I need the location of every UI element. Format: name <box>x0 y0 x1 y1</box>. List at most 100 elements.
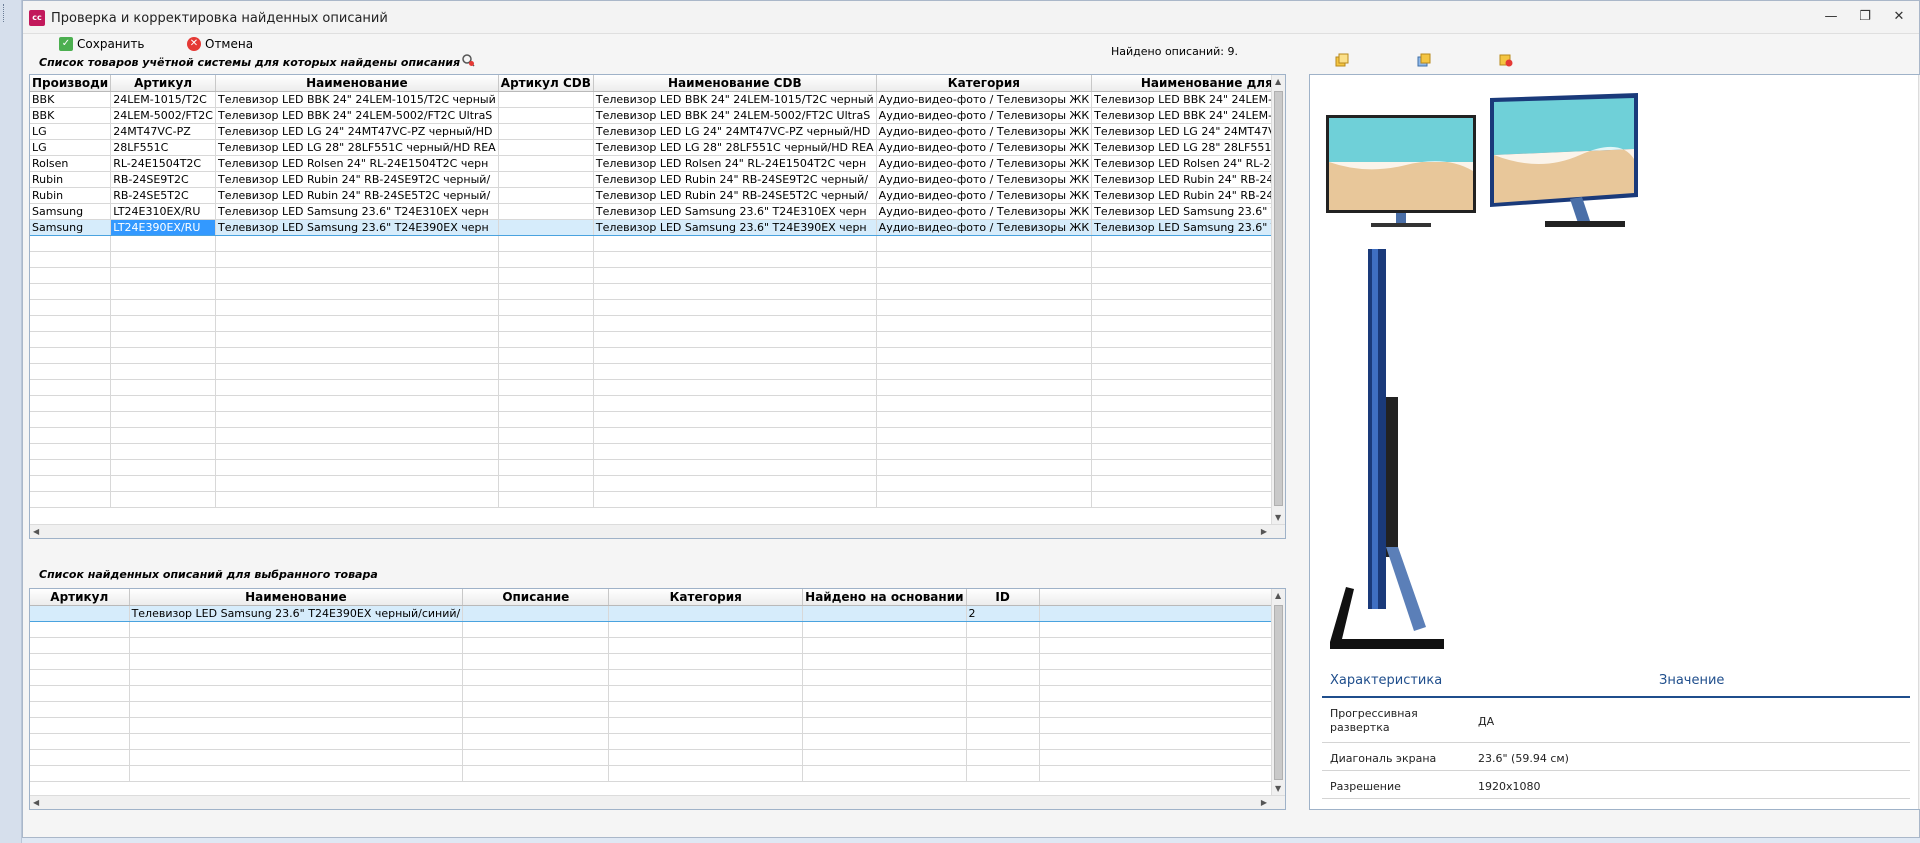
table-row[interactable]: BBK 24LEM-1015/T2C Телевизор LED BBK 24" 2… <box>30 91 1285 108</box>
cell-article[interactable]: 28LF551C <box>110 139 216 156</box>
product-image-side-view[interactable] <box>1326 247 1446 657</box>
cell-search-name[interactable]: Телевизор LED Rubin 24" RB-24SE5T2C черн… <box>1091 187 1285 204</box>
cell-category[interactable]: Аудио-видео-фото / Телевизоры ЖК <box>876 155 1093 172</box>
minimize-button[interactable]: — <box>1817 7 1845 27</box>
table-row[interactable]: Rubin RB-24SE5T2C Телевизор LED Rubin 24" … <box>30 187 1285 204</box>
column-header-article[interactable]: Артикул <box>110 75 216 92</box>
cell-category[interactable] <box>608 604 804 622</box>
descriptions-vertical-scrollbar[interactable]: ▲ ▼ <box>1271 589 1285 795</box>
scroll-down-icon[interactable]: ▼ <box>1275 784 1281 793</box>
paste-image-icon[interactable] <box>1417 53 1431 67</box>
close-button[interactable]: ✕ <box>1885 7 1913 27</box>
cell-name[interactable]: Телевизор LED Samsung 23.6" T24E390EX че… <box>215 218 499 236</box>
table-row[interactable]: LG 28LF551C Телевизор LED LG 28" 28LF551C … <box>30 139 1285 156</box>
descriptions-horizontal-scrollbar[interactable]: ◀ ▶ <box>30 795 1285 809</box>
cell-manufacturer[interactable]: Samsung <box>30 203 112 220</box>
scrollbar-thumb[interactable] <box>1274 605 1283 780</box>
column-header-article-cdb[interactable]: Артикул CDB <box>498 75 594 92</box>
cell-name-cdb[interactable]: Телевизор LED LG 24" 24MT47VC-PZ черный/… <box>593 123 877 140</box>
cell-name[interactable]: Телевизор LED Samsung 23.6" T24E390EX че… <box>129 604 464 622</box>
scroll-left-icon[interactable]: ◀ <box>33 798 39 807</box>
cell-article-cdb[interactable] <box>498 155 594 172</box>
delete-image-icon[interactable] <box>1499 53 1513 67</box>
product-image-thumbnail[interactable] <box>1490 93 1640 233</box>
cell-search-name[interactable]: Телевизор LED BBK 24" 24LEM-5002/FT2C Ul… <box>1091 107 1285 124</box>
dock-grip[interactable] <box>3 4 6 22</box>
product-image-thumbnail[interactable] <box>1326 115 1476 230</box>
cell-name[interactable]: Телевизор LED Samsung 23.6" T24E310EX че… <box>215 203 499 220</box>
table-row[interactable]: Samsung LT24E390EX/RU Телевизор LED Samsun… <box>30 218 1285 236</box>
table-row[interactable]: Samsung LT24E310EX/RU Телевизор LED Samsun… <box>30 203 1285 220</box>
cell-name-cdb[interactable]: Телевизор LED Rubin 24" RB-24SE9T2C черн… <box>593 171 877 188</box>
column-header-name[interactable]: Наименование <box>215 75 499 92</box>
column-header-category[interactable]: Категория <box>608 589 804 606</box>
cell-category[interactable]: Аудио-видео-фото / Телевизоры ЖК <box>876 107 1093 124</box>
cell-article-cdb[interactable] <box>498 171 594 188</box>
cell-search-name[interactable]: Телевизор LED LG 28" 28LF551C черный/HD … <box>1091 139 1285 156</box>
cell-name-cdb[interactable]: Телевизор LED BBK 24" 24LEM-1015/T2C чер… <box>593 91 877 108</box>
scroll-down-icon[interactable]: ▼ <box>1275 513 1281 522</box>
table-row[interactable]: LG 24MT47VC-PZ Телевизор LED LG 24" 24MT47… <box>30 123 1285 140</box>
cell-category[interactable]: Аудио-видео-фото / Телевизоры ЖК <box>876 171 1093 188</box>
cell-article[interactable]: RB-24SE9T2C <box>110 171 216 188</box>
cell-category[interactable]: Аудио-видео-фото / Телевизоры ЖК <box>876 123 1093 140</box>
cell-article[interactable]: RB-24SE5T2C <box>110 187 216 204</box>
cell-category[interactable]: Аудио-видео-фото / Телевизоры ЖК <box>876 139 1093 156</box>
scroll-right-icon[interactable]: ▶ <box>1261 798 1267 807</box>
table-row[interactable]: BBK 24LEM-5002/FT2C Телевизор LED BBK 24" … <box>30 107 1285 124</box>
cell-manufacturer[interactable]: Rubin <box>30 171 112 188</box>
cell-name[interactable]: Телевизор LED LG 24" 24MT47VC-PZ черный/… <box>215 123 499 140</box>
cell-article-cdb[interactable] <box>498 107 594 124</box>
cell-manufacturer[interactable]: Samsung <box>30 218 112 236</box>
cell-search-name[interactable]: Телевизор LED Rubin 24" RB-24SE9T2C черн… <box>1091 171 1285 188</box>
cell-manufacturer[interactable]: Rolsen <box>30 155 112 172</box>
cell-search-name[interactable]: Телевизор LED Rolsen 24" RL-24E1504T2C ч… <box>1091 155 1285 172</box>
cell-manufacturer[interactable]: LG <box>30 123 112 140</box>
cell-description[interactable] <box>462 604 610 622</box>
cell-search-name[interactable]: Телевизор LED Samsung 23.6" T24E390EX че… <box>1091 218 1285 236</box>
cell-search-name[interactable]: Телевизор LED LG 24" 24MT47VC-PZ черный/… <box>1091 123 1285 140</box>
products-horizontal-scrollbar[interactable]: ◀ ▶ <box>30 524 1285 538</box>
cell-name[interactable]: Телевизор LED BBK 24" 24LEM-1015/T2C чер… <box>215 91 499 108</box>
column-header-name[interactable]: Наименование <box>129 589 464 606</box>
scroll-up-icon[interactable]: ▲ <box>1275 77 1281 86</box>
cell-name[interactable]: Телевизор LED Rolsen 24" RL-24E1504T2C ч… <box>215 155 499 172</box>
value-column-header[interactable]: Значение <box>1659 673 1724 688</box>
cell-name-cdb[interactable]: Телевизор LED Samsung 23.6" T24E310EX че… <box>593 203 877 220</box>
cell-article[interactable]: RL-24E1504T2C <box>110 155 216 172</box>
cell-search-name[interactable]: Телевизор LED BBK 24" 24LEM-1015/T2C чер… <box>1091 91 1285 108</box>
products-vertical-scrollbar[interactable]: ▲ ▼ <box>1271 75 1285 524</box>
cell-article[interactable] <box>30 604 130 622</box>
cell-article-cdb[interactable] <box>498 91 594 108</box>
save-button[interactable]: ✓ Сохранить <box>59 35 145 53</box>
column-header-id[interactable]: ID <box>966 589 1040 606</box>
scroll-left-icon[interactable]: ◀ <box>33 527 39 536</box>
cell-article-cdb[interactable] <box>498 187 594 204</box>
clear-search-icon[interactable] <box>461 53 475 67</box>
cell-manufacturer[interactable]: BBK <box>30 107 112 124</box>
cell-name-cdb[interactable]: Телевизор LED Samsung 23.6" T24E390EX че… <box>593 218 877 236</box>
column-header-name-cdb[interactable]: Наименование CDB <box>593 75 877 92</box>
column-header-found-by[interactable]: Найдено на основании <box>802 589 967 606</box>
cell-manufacturer[interactable]: BBK <box>30 91 112 108</box>
cell-search-name[interactable]: Телевизор LED Samsung 23.6" T24E310EX че… <box>1091 203 1285 220</box>
cell-name-cdb[interactable]: Телевизор LED BBK 24" 24LEM-5002/FT2C Ul… <box>593 107 877 124</box>
cell-name-cdb[interactable]: Телевизор LED LG 28" 28LF551C черный/HD … <box>593 139 877 156</box>
restore-button[interactable]: ❐ <box>1851 7 1879 27</box>
cell-name-cdb[interactable]: Телевизор LED Rolsen 24" RL-24E1504T2C ч… <box>593 155 877 172</box>
cell-name-cdb[interactable]: Телевизор LED Rubin 24" RB-24SE5T2C черн… <box>593 187 877 204</box>
scroll-right-icon[interactable]: ▶ <box>1261 527 1267 536</box>
cell-article-cdb[interactable] <box>498 123 594 140</box>
cell-category[interactable]: Аудио-видео-фото / Телевизоры ЖК <box>876 203 1093 220</box>
cell-category[interactable]: Аудио-видео-фото / Телевизоры ЖК <box>876 218 1093 236</box>
cell-name[interactable]: Телевизор LED BBK 24" 24LEM-5002/FT2C Ul… <box>215 107 499 124</box>
copy-image-icon[interactable] <box>1335 53 1349 67</box>
cell-manufacturer[interactable]: Rubin <box>30 187 112 204</box>
table-row[interactable]: Rolsen RL-24E1504T2C Телевизор LED Rolsen … <box>30 155 1285 172</box>
column-header-description[interactable]: Описание <box>462 589 610 606</box>
cell-article[interactable]: LT24E310EX/RU <box>110 203 216 220</box>
cell-article[interactable]: LT24E390EX/RU <box>110 218 216 236</box>
cancel-button[interactable]: ✕ Отмена <box>187 35 253 53</box>
cell-article[interactable]: 24MT47VC-PZ <box>110 123 216 140</box>
table-row[interactable]: Телевизор LED Samsung 23.6" T24E390EX че… <box>30 604 1285 622</box>
